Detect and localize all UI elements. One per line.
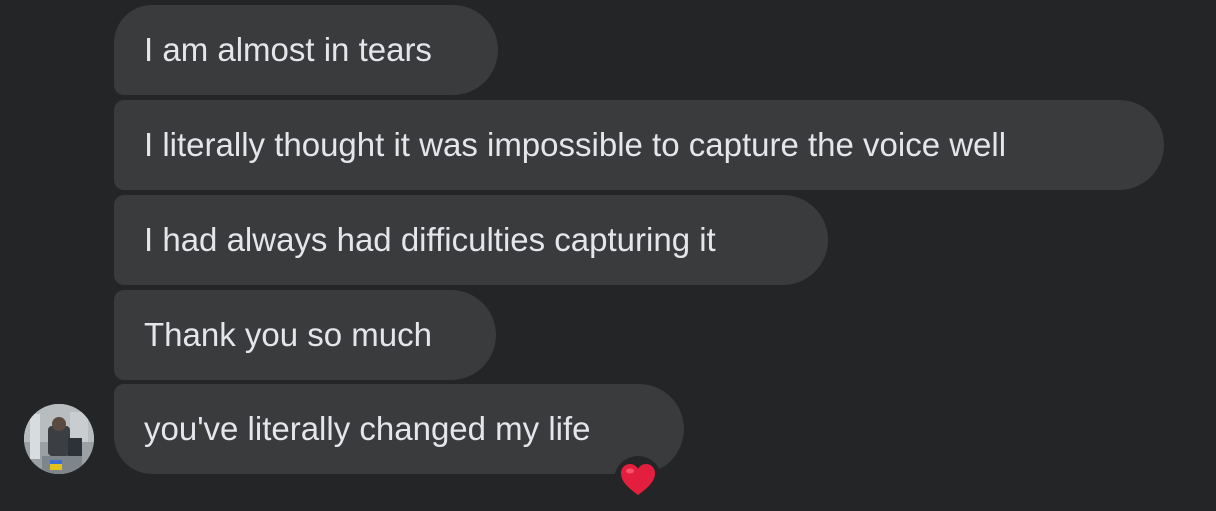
message-thread: I am almost in tears I literally thought… <box>0 0 1216 511</box>
reaction-badge[interactable] <box>614 456 662 504</box>
message-bubble[interactable]: you've literally changed my life <box>114 384 684 474</box>
sender-avatar[interactable] <box>24 404 94 474</box>
message-text: I am almost in tears <box>144 31 432 68</box>
message-bubble[interactable]: I literally thought it was impossible to… <box>114 100 1164 190</box>
message-text: I literally thought it was impossible to… <box>144 126 1007 163</box>
avatar-photo-icon <box>24 404 94 474</box>
message-bubble[interactable]: Thank you so much <box>114 290 496 380</box>
message-bubble[interactable]: I had always had difficulties capturing … <box>114 195 828 285</box>
message-text: Thank you so much <box>144 316 432 353</box>
heart-icon <box>621 464 655 495</box>
message-bubble[interactable]: I am almost in tears <box>114 5 498 95</box>
message-text: I had always had difficulties capturing … <box>144 221 716 258</box>
message-text: you've literally changed my life <box>144 410 591 447</box>
